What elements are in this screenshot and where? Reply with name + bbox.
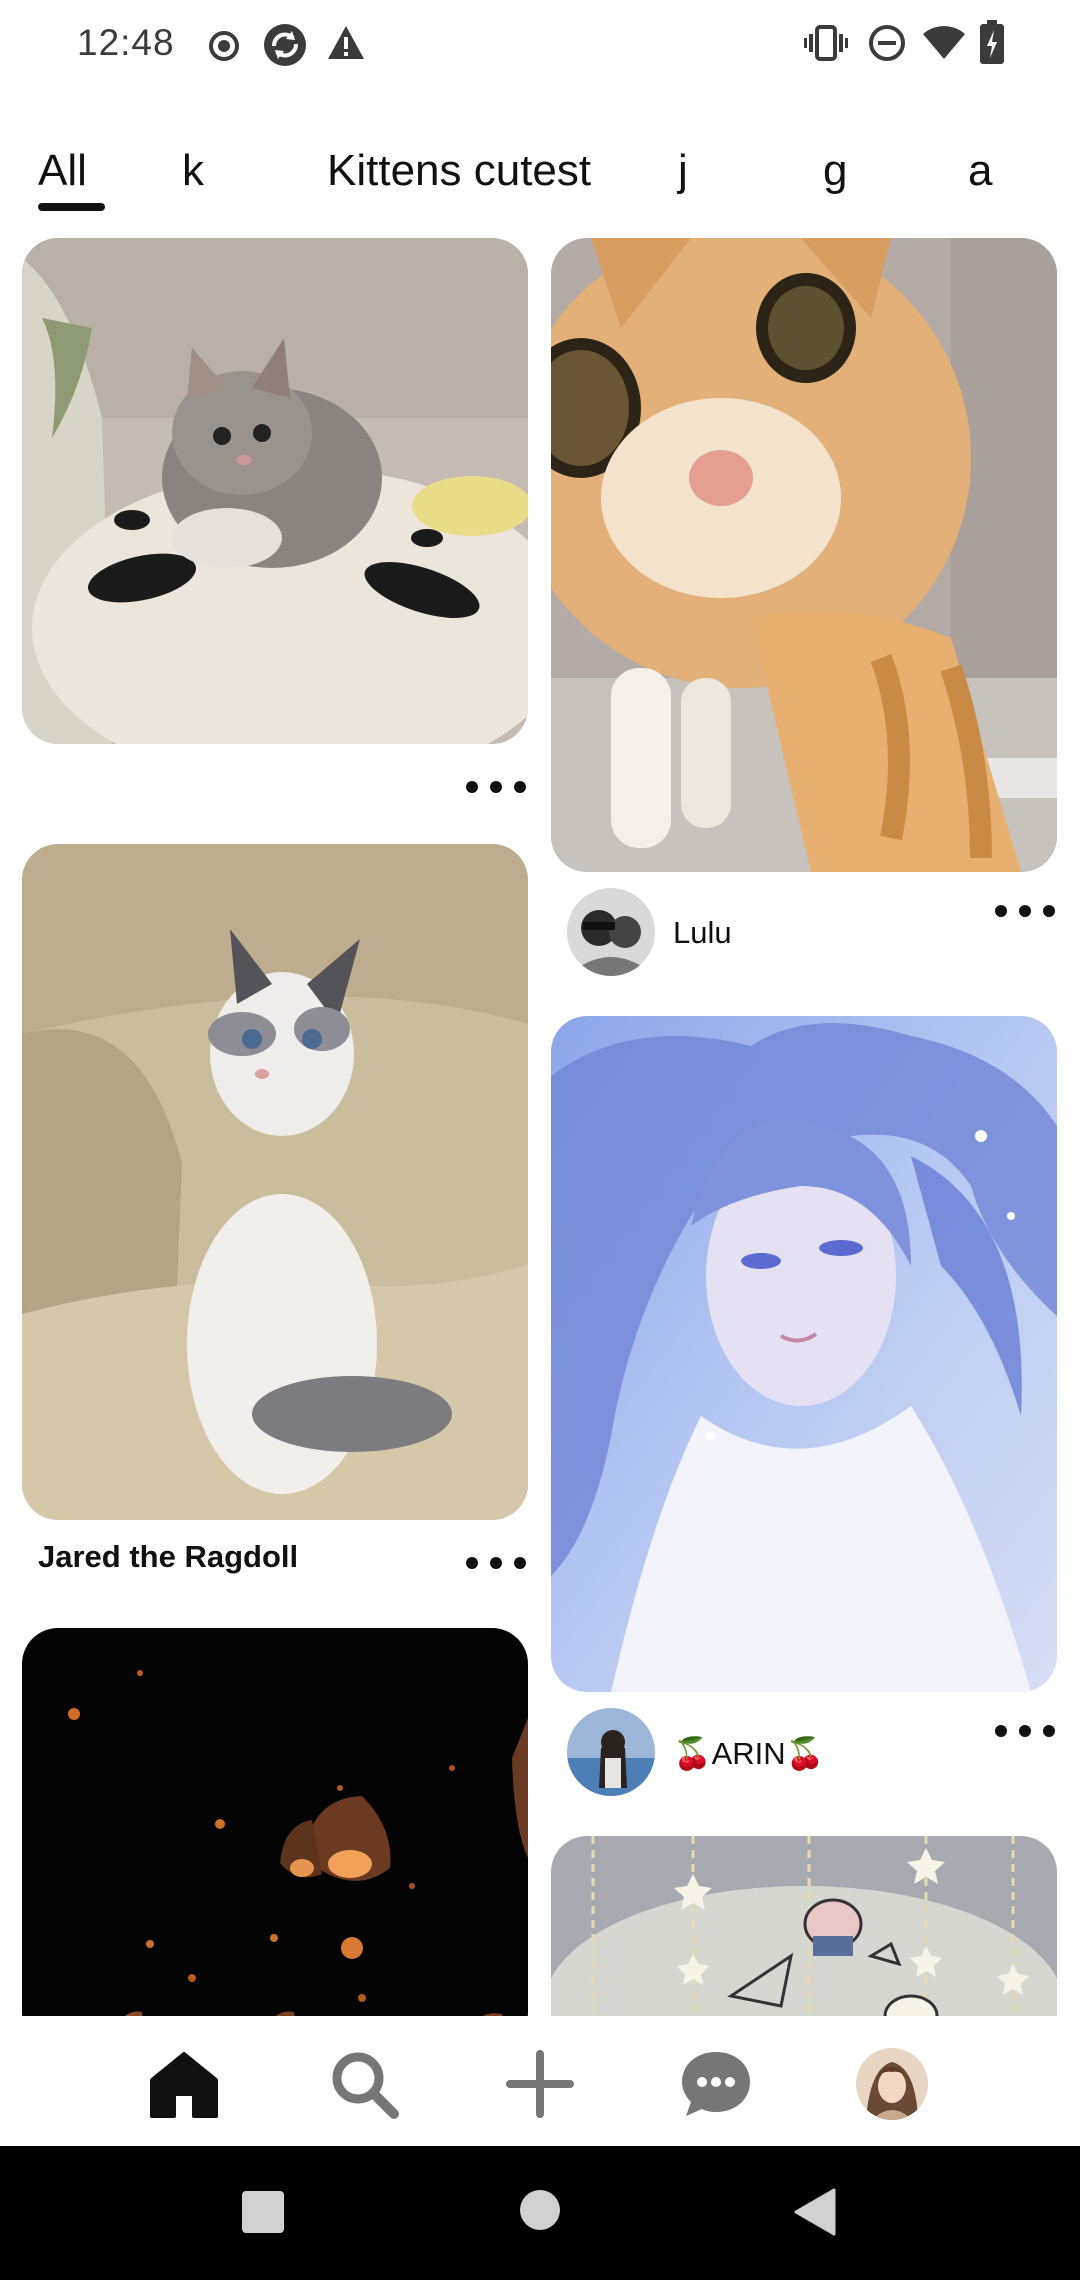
board-tabs: All k Kittens cutest j g a <box>0 130 1080 220</box>
recents-button[interactable] <box>242 2191 284 2233</box>
tab-g[interactable]: g <box>823 146 847 196</box>
create-icon[interactable] <box>502 2046 578 2122</box>
tab-selected-indicator <box>38 203 105 211</box>
vibrate-icon <box>804 24 848 67</box>
do-not-disturb-icon <box>868 24 906 67</box>
pin-user-name[interactable]: 🍒ARIN🍒 <box>673 1735 824 1772</box>
pin-image-star-decor[interactable] <box>551 1836 1057 2016</box>
pin-title[interactable]: Jared the Ragdoll <box>38 1539 298 1575</box>
home-icon[interactable] <box>146 2046 222 2122</box>
pin-more-button[interactable] <box>466 1548 526 1578</box>
home-system-button[interactable] <box>520 2190 560 2230</box>
messages-icon[interactable] <box>678 2046 754 2122</box>
pin-more-button[interactable] <box>466 772 526 802</box>
status-time: 12:48 <box>77 22 175 63</box>
profile-avatar[interactable] <box>856 2048 928 2120</box>
tab-kittens-cutest[interactable]: Kittens cutest <box>327 146 591 196</box>
search-icon[interactable] <box>326 2046 402 2122</box>
battery-charging-icon <box>980 20 1004 69</box>
sync-icon <box>262 22 308 73</box>
system-navigation-bar <box>0 2146 1080 2280</box>
pin-image-anime-portrait[interactable] <box>551 1016 1057 1692</box>
wifi-icon <box>922 26 966 65</box>
pin-more-button[interactable] <box>995 896 1055 926</box>
back-button[interactable] <box>794 2188 836 2241</box>
pin-feed: Jared the Ragdoll Lulu 🍒ARIN🍒 <box>0 236 1080 2016</box>
avatar-arin[interactable] <box>567 1708 655 1796</box>
bottom-navigation <box>0 2016 1080 2146</box>
pin-image-lanterns[interactable] <box>22 1628 528 2016</box>
home-feed-screen: 12:48 All k Kittens cutest j g a Jared t… <box>0 0 1080 2280</box>
pin-image-kitten[interactable] <box>22 238 528 744</box>
tab-k[interactable]: k <box>182 146 204 196</box>
avatar-lulu[interactable] <box>567 888 655 976</box>
tab-a[interactable]: a <box>968 146 992 196</box>
pin-more-button[interactable] <box>995 1716 1055 1746</box>
warning-icon <box>326 24 366 67</box>
tab-j[interactable]: j <box>678 146 688 196</box>
pin-image-orange-cat[interactable] <box>551 238 1057 872</box>
pin-image-ragdoll[interactable] <box>22 844 528 1520</box>
record-icon <box>206 28 242 69</box>
status-bar: 12:48 <box>0 0 1080 90</box>
pin-user-name[interactable]: Lulu <box>673 915 732 951</box>
tab-all[interactable]: All <box>38 146 87 196</box>
